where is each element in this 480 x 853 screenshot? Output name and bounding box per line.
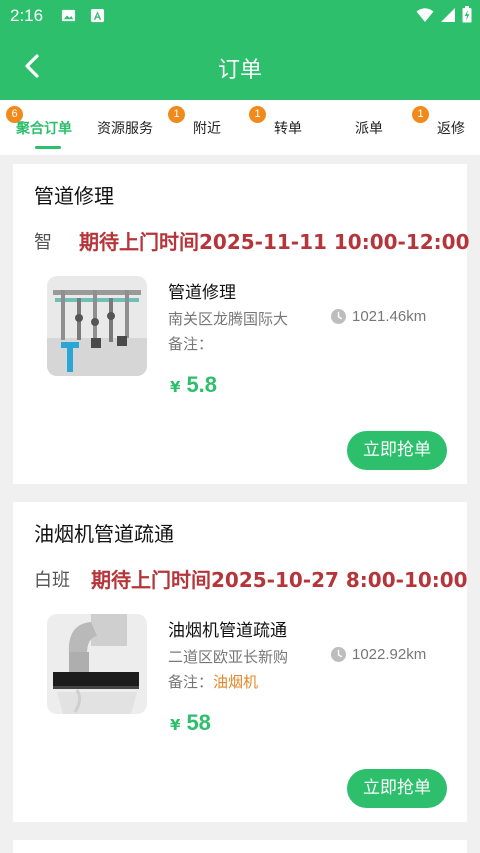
order-card-partial [13,840,467,853]
order-price: ¥5.8 [170,372,217,398]
tab-badge: 6 [6,106,23,123]
service-name: 管道修理 [168,283,236,303]
price-amount: 58 [186,710,211,735]
price-amount: 5.8 [186,372,218,397]
service-thumbnail [47,614,147,714]
signal-icon [441,7,455,22]
note-value: 油烟机 [213,673,259,691]
status-time: 2:16 [10,6,44,25]
order-price: ¥58 [170,710,211,736]
currency-symbol: ¥ [170,378,181,396]
tab-label: 派单 [355,121,383,137]
app-notification-icon [90,8,105,23]
order-note: 备注： [168,333,213,354]
distance-value: 1021.46km [352,308,427,325]
page-title: 订单 [217,58,262,83]
clock-icon [331,647,346,662]
order-note: 备注：油烟机 [168,671,258,692]
order-title: 管道修理 [34,184,114,208]
distance-value: 1022.92km [352,646,427,663]
currency-symbol: ¥ [170,716,181,734]
service-address: 二道区欧亚长新购 [168,648,289,666]
wifi-icon [416,7,434,22]
order-tag: 白班 [34,570,70,591]
grab-order-button[interactable]: 立即抢单 [347,769,447,808]
service-name: 油烟机管道疏通 [168,621,287,641]
distance: 1021.46km [331,308,426,325]
image-icon [61,9,76,22]
tab-dispatch[interactable]: 派单 [329,100,409,155]
note-label: 备注： [168,335,214,353]
distance: 1022.92km [331,646,426,663]
appointment-time: 期待上门时间2025-11-11 10:00-12:00 [79,230,470,254]
note-label: 备注： [168,673,214,691]
active-tab-indicator [35,146,61,149]
appointment-time: 期待上门时间2025-10-27 8:00-10:00 [91,568,468,592]
order-tabs: 聚合订单 资源服务 附近 转单 派单 返修 6 1 1 1 [0,100,480,155]
tab-resource-service[interactable]: 资源服务 [85,100,165,155]
tab-badge: 1 [249,106,266,123]
grab-order-button[interactable]: 立即抢单 [347,431,447,470]
tab-badge: 1 [168,106,185,123]
order-tag: 智 [34,232,52,253]
service-thumbnail [47,276,147,376]
clock-icon [331,309,346,324]
status-bar: 2:16 [0,0,480,33]
tab-badge: 1 [412,106,429,123]
order-card: 管道修理 智 期待上门时间2025-11-11 10:00-12:00 管道修理… [13,164,470,484]
range-hood-image [47,614,147,714]
order-card: 油烟机管道疏通 白班 期待上门时间2025-10-27 8:00-10:00 油… [13,502,468,822]
tab-label: 资源服务 [97,121,153,137]
service-address: 南关区龙腾国际大 [168,310,289,328]
battery-icon [462,6,472,23]
order-title: 油烟机管道疏通 [34,522,174,546]
pipe-repair-image [47,276,147,376]
app-header: 订单 [0,33,480,100]
